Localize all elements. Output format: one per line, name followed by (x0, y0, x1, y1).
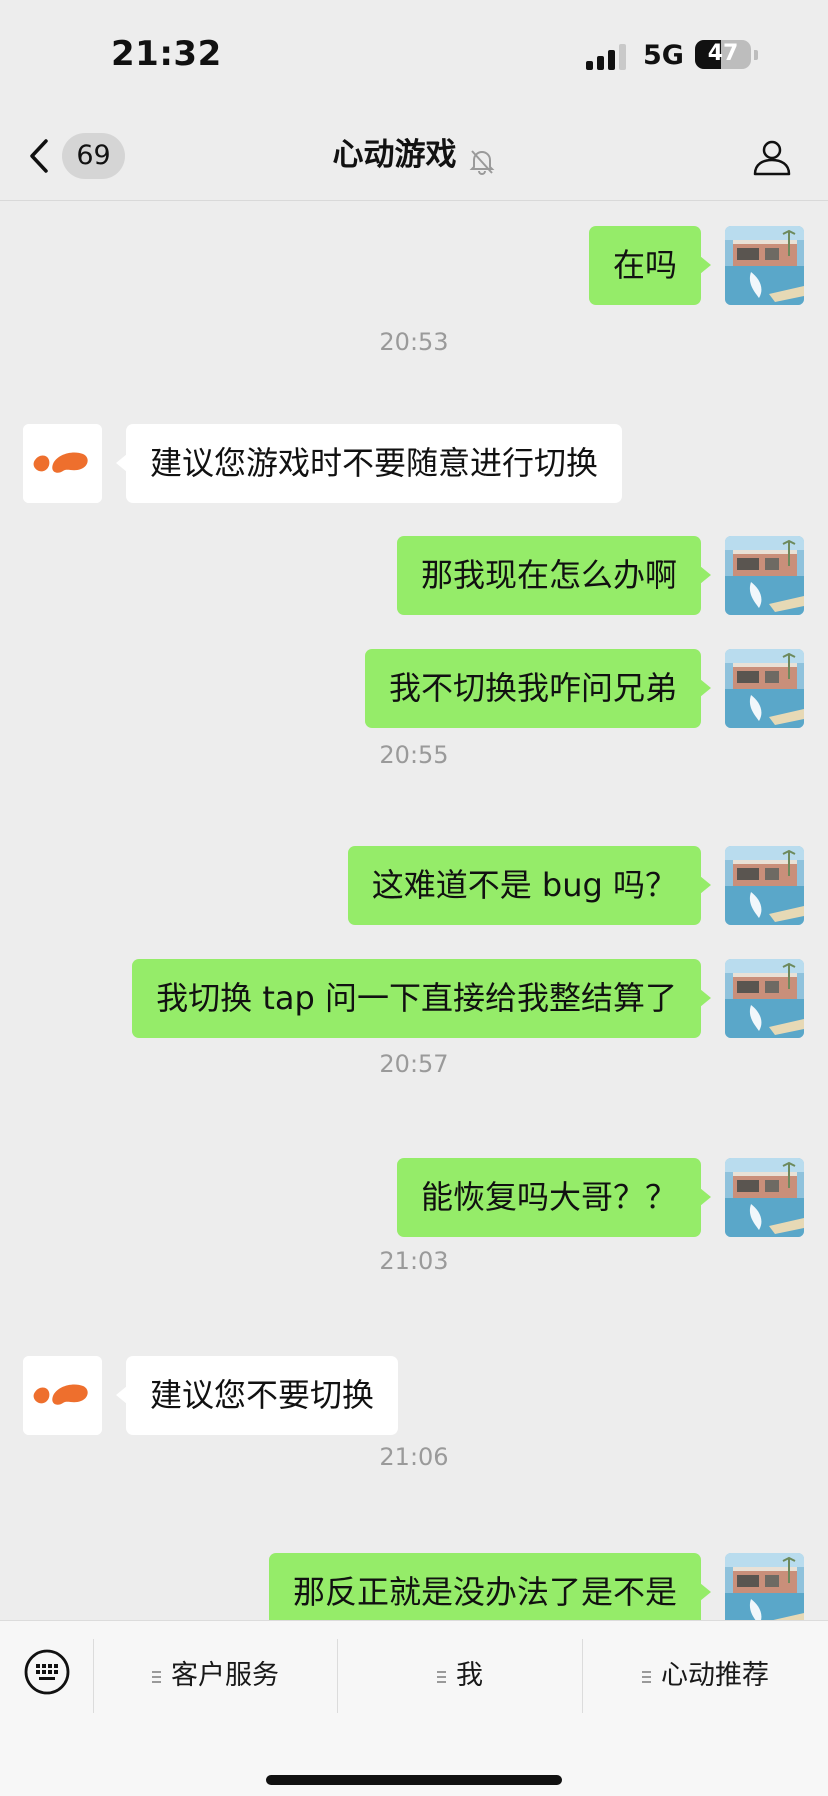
my-avatar[interactable] (725, 959, 804, 1038)
chat-header: 69 心动游戏 (0, 110, 828, 201)
my-message-bubble[interactable]: 能恢复吗大哥？？ (396, 1158, 712, 1237)
my-message-bubble[interactable]: 那我现在怎么办啊 (396, 536, 712, 615)
user-avatar-image (725, 536, 804, 615)
my-message-bubble[interactable]: 这难道不是 bug 吗？ (347, 846, 712, 925)
battery-icon: 47 (695, 40, 751, 69)
user-avatar-image (725, 959, 804, 1038)
service-avatar[interactable] (23, 424, 102, 503)
signal-icon (586, 44, 628, 70)
my-avatar[interactable] (725, 1158, 804, 1237)
network-type: 5G (643, 40, 684, 71)
menu-label: 客户服务 (171, 1660, 279, 1691)
xd-logo-icon (23, 424, 102, 503)
my-avatar[interactable] (725, 846, 804, 925)
chat-title: 心动游戏 (332, 137, 457, 173)
menu-me[interactable]: 我 (338, 1621, 582, 1731)
menu-lines-icon (642, 1670, 651, 1683)
muted-bell-icon (469, 149, 494, 175)
user-avatar-image (725, 1158, 804, 1237)
menu-recommend[interactable]: 心动推荐 (583, 1621, 828, 1731)
message-list[interactable]: 在吗 20:53 建议您游戏时不要随意进行切换那我现在怎么办啊我不切换我咋问兄弟 20… (0, 201, 828, 1620)
battery-level: 47 (707, 41, 739, 66)
menu-customer-service[interactable]: 客户服务 (94, 1621, 337, 1731)
xd-logo-icon (23, 1356, 102, 1435)
service-message-bubble[interactable]: 建议您游戏时不要随意进行切换 (115, 424, 623, 503)
user-avatar-image (725, 226, 804, 305)
menu-lines-icon (152, 1670, 161, 1683)
status-bar: 21:32 5G 47 (0, 0, 828, 110)
keyboard-icon[interactable] (23, 1648, 71, 1696)
service-menu-bar: 客户服务 我 心动推荐 (0, 1620, 828, 1796)
my-avatar[interactable] (725, 1553, 804, 1620)
message-timestamp: 21:06 (379, 1443, 449, 1471)
my-message-bubble[interactable]: 我不切换我咋问兄弟 (364, 649, 712, 728)
user-avatar-image (725, 649, 804, 728)
profile-icon[interactable] (752, 137, 792, 177)
menu-label: 我 (456, 1660, 483, 1691)
my-avatar[interactable] (725, 226, 804, 305)
message-timestamp: 20:53 (379, 328, 449, 356)
menu-lines-icon (437, 1670, 446, 1683)
user-avatar-image (725, 846, 804, 925)
my-avatar[interactable] (725, 649, 804, 728)
battery-tip (754, 50, 758, 60)
home-indicator[interactable] (266, 1775, 562, 1785)
service-message-bubble[interactable]: 建议您不要切换 (115, 1356, 399, 1435)
message-timestamp: 20:57 (379, 1050, 449, 1078)
my-message-bubble[interactable]: 我切换 tap 问一下直接给我整结算了 (132, 959, 711, 1038)
status-time: 21:32 (111, 34, 222, 74)
service-avatar[interactable] (23, 1356, 102, 1435)
message-timestamp: 21:03 (379, 1247, 449, 1275)
menu-label: 心动推荐 (661, 1660, 769, 1691)
my-message-bubble[interactable]: 那反正就是没办法了是不是 (268, 1553, 712, 1620)
message-timestamp: 20:55 (379, 741, 449, 769)
user-avatar-image (725, 1553, 804, 1620)
chat-title-wrap: 心动游戏 (0, 110, 828, 200)
my-message-bubble[interactable]: 在吗 (588, 226, 712, 305)
my-avatar[interactable] (725, 536, 804, 615)
